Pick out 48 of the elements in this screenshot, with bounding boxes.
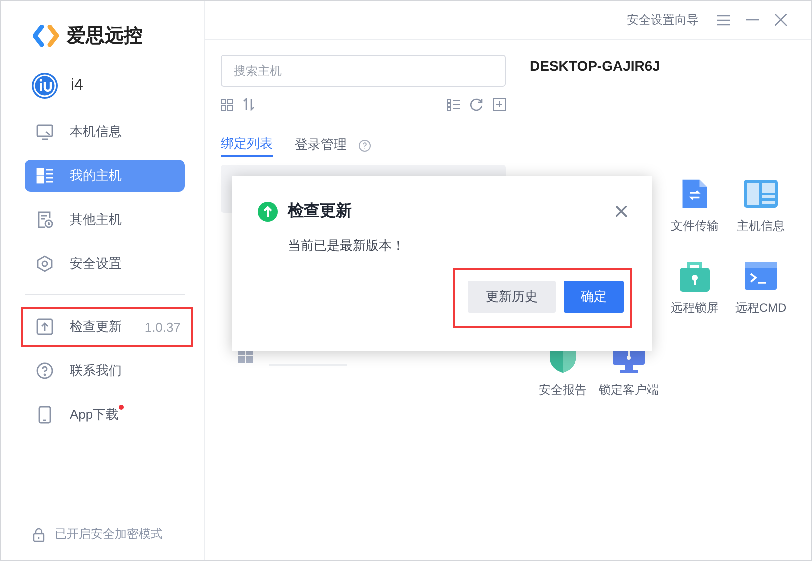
refresh-icon[interactable] [470,98,483,111]
sidebar-item[interactable]: 安全设置 [25,248,185,280]
search-field[interactable]: 搜索主机 [221,55,506,87]
help-icon[interactable] [359,140,371,152]
tab[interactable]: 登录管理 [295,136,347,156]
hexagon-icon [36,255,54,273]
phone-icon [36,406,54,424]
menu-icon[interactable] [717,14,730,26]
monitor-icon [36,123,54,141]
tool-button[interactable]: 远程CMD [728,260,794,342]
sort-icon[interactable] [243,98,255,111]
account-name: i4 [71,77,84,95]
panel-icon [744,178,778,210]
confirm-button[interactable]: 确定 [564,281,624,313]
history-button[interactable]: 更新历史 [468,281,556,313]
tool-button[interactable]: 远程锁屏 [662,260,728,342]
tool-button[interactable]: 主机信息 [728,178,794,260]
dialog-message: 当前已是最新版本！ [288,237,406,255]
close-icon[interactable] [616,206,627,217]
lock-icon [33,528,45,542]
grid-view-icon[interactable] [221,98,233,110]
terminal-icon [745,260,777,292]
security-status: 已开启安全加密模式 [55,526,163,543]
file-icon [680,178,710,210]
sidebar-item[interactable]: 我的主机 [25,160,185,192]
app-name: 爱思远控 [67,24,143,49]
avatar-icon [31,72,59,100]
add-icon[interactable] [493,98,506,111]
minimize-icon[interactable] [746,19,759,21]
dialog-title: 检查更新 [288,201,352,222]
sidebar-item[interactable]: App下载 [25,399,185,431]
upload-icon [258,202,278,222]
sidebar-item[interactable]: 本机信息 [25,116,185,148]
help-icon [36,362,54,380]
tab[interactable]: 绑定列表 [221,135,273,157]
security-guide-link[interactable]: 安全设置向导 [627,12,699,28]
host-name: DESKTOP-GAJIR6J [530,58,662,74]
sidebar-item[interactable]: 联系我们 [25,355,185,387]
sidebar-item[interactable]: 其他主机 [25,204,185,236]
close-icon[interactable] [775,14,787,26]
briefcase-lock-icon [680,260,710,292]
document-icon [36,211,54,229]
list-view-icon[interactable] [447,98,460,110]
sidebar-item[interactable]: 检查更新 1.0.37 [25,311,185,343]
logo-icon [33,25,59,47]
tool-button[interactable]: 文件传输 [662,178,728,260]
upload-icon [36,318,54,336]
list-icon [36,167,54,185]
